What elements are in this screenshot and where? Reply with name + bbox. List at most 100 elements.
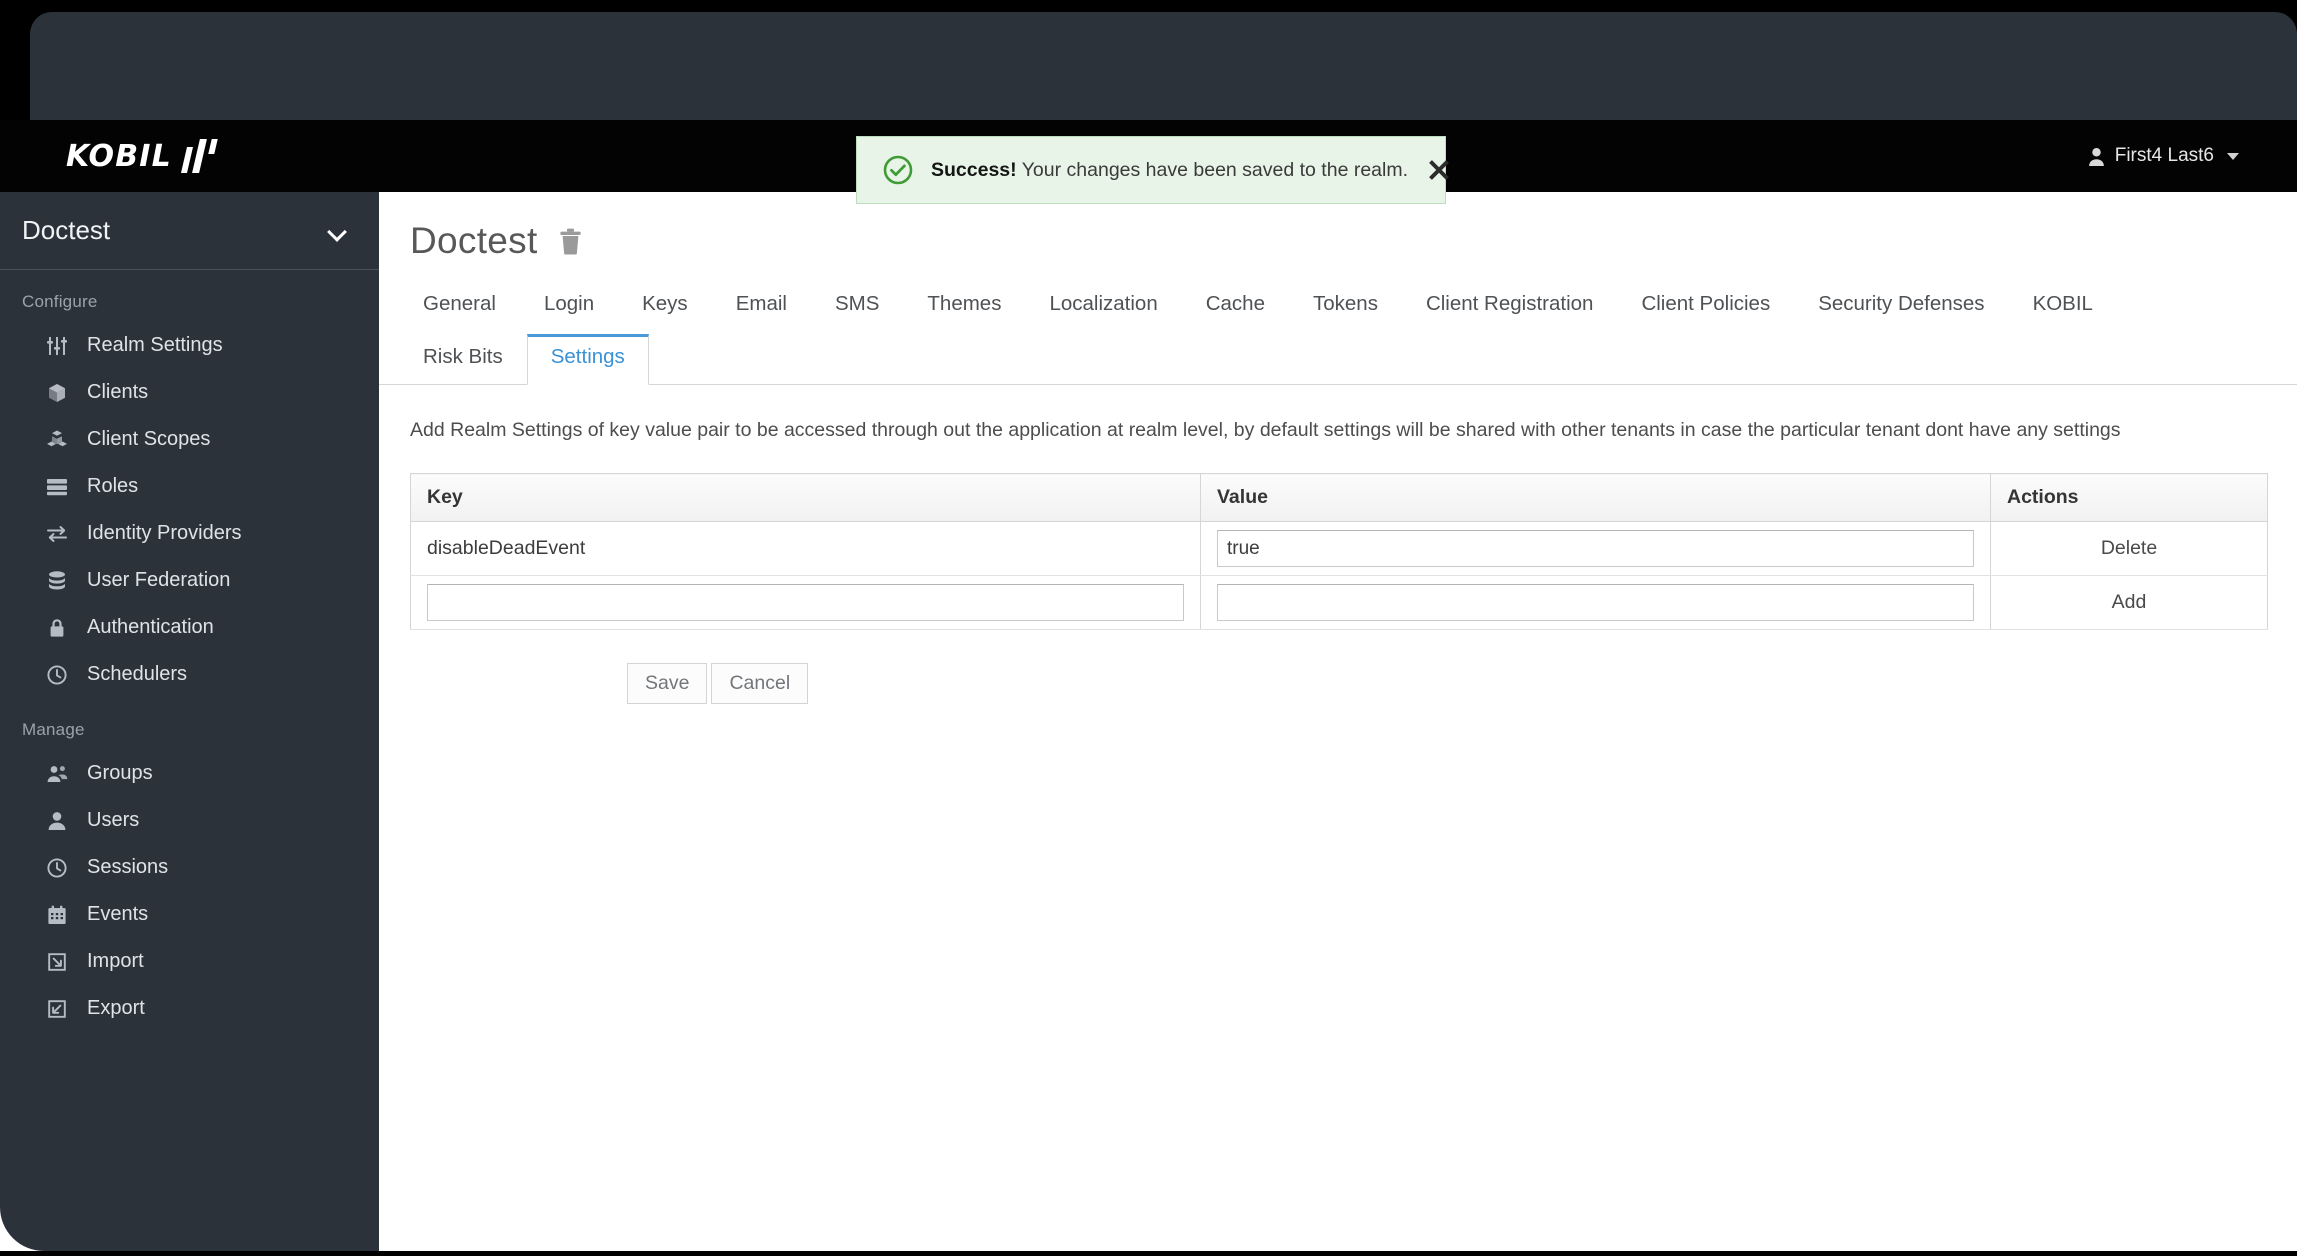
sidebar-item-label: Realm Settings xyxy=(87,334,223,356)
close-icon[interactable] xyxy=(1426,157,1452,183)
chevron-down-icon xyxy=(2227,152,2239,160)
realm-settings-table: Key Value Actions disableDeadEvent Delet… xyxy=(410,473,2268,631)
sidebar-item-authentication[interactable]: Authentication xyxy=(0,604,379,651)
section-description: Add Realm Settings of key value pair to … xyxy=(410,419,2121,441)
alert-text: Your changes have been saved to the real… xyxy=(1021,158,1409,181)
sidebar-item-events[interactable]: Events xyxy=(0,891,379,938)
cell-actions: Add xyxy=(1990,575,2268,631)
tab-login[interactable]: Login xyxy=(520,282,618,331)
sidebar-item-label: Events xyxy=(87,903,149,925)
chevron-down-icon xyxy=(327,225,347,237)
tab-general[interactable]: General xyxy=(399,282,520,331)
lock-icon xyxy=(46,617,68,639)
realm-selector[interactable]: Doctest xyxy=(0,192,379,270)
cell-value xyxy=(1200,575,1991,631)
sidebar-item-client-scopes[interactable]: Client Scopes xyxy=(0,416,379,463)
brand-logo[interactable]: KOBIL xyxy=(66,133,222,179)
exchange-arrows-icon xyxy=(46,523,68,545)
value-input[interactable] xyxy=(1217,530,1974,568)
sidebar-item-groups[interactable]: Groups xyxy=(0,750,379,797)
sidebar-item-schedulers[interactable]: Schedulers xyxy=(0,651,379,698)
admin-console-app: KOBIL First4 Last6 Success! Your changes… xyxy=(0,120,2297,1251)
user-icon xyxy=(46,810,68,832)
alert-title: Success! xyxy=(931,158,1017,181)
tab-settings[interactable]: Settings xyxy=(526,334,649,385)
browser-frame: KOBIL First4 Last6 Success! Your changes… xyxy=(0,0,2297,1256)
sidebar-item-sessions[interactable]: Sessions xyxy=(0,844,379,891)
column-header-actions: Actions xyxy=(1990,473,2268,523)
sidebar-item-roles[interactable]: Roles xyxy=(0,463,379,510)
tab-themes[interactable]: Themes xyxy=(903,282,1025,331)
add-button[interactable]: Add xyxy=(2112,591,2147,614)
tab-bar-secondary: Risk Bits Settings xyxy=(379,334,2297,385)
tab-security-defenses[interactable]: Security Defenses xyxy=(1794,282,2008,331)
alert-message: Success! Your changes have been saved to… xyxy=(931,159,1408,182)
nav-group-manage-title: Manage xyxy=(22,720,85,739)
user-menu-label: First4 Last6 xyxy=(2114,145,2214,166)
tab-client-registration[interactable]: Client Registration xyxy=(1402,282,1618,331)
tab-kobil[interactable]: KOBIL xyxy=(2009,282,2117,331)
cancel-button[interactable]: Cancel xyxy=(711,663,809,704)
nav-group-configure-title: Configure xyxy=(22,292,98,311)
tab-email[interactable]: Email xyxy=(712,282,811,331)
cell-value xyxy=(1200,521,1991,577)
sidebar-item-label: Schedulers xyxy=(87,663,188,685)
brand-wordmark: KOBIL xyxy=(66,138,172,174)
sidebar-item-label: Clients xyxy=(87,381,149,403)
sliders-icon xyxy=(46,335,68,357)
tab-bar-primary: General Login Keys Email SMS Themes Loca… xyxy=(379,282,2297,331)
export-arrow-icon xyxy=(46,998,68,1020)
database-icon xyxy=(46,570,68,592)
sidebar-item-label: Client Scopes xyxy=(87,428,211,450)
cubes-icon xyxy=(46,429,68,451)
tab-sms[interactable]: SMS xyxy=(811,282,903,331)
cube-icon xyxy=(46,382,68,404)
column-header-value: Value xyxy=(1200,473,1991,523)
cell-actions: Delete xyxy=(1990,521,2268,577)
calendar-icon xyxy=(46,904,68,926)
browser-chrome-bar xyxy=(30,12,2297,120)
sidebar-item-label: Identity Providers xyxy=(87,522,242,544)
tab-risk-bits[interactable]: Risk Bits xyxy=(399,335,527,384)
check-circle-icon xyxy=(883,155,913,185)
tab-tokens[interactable]: Tokens xyxy=(1289,282,1402,331)
import-arrow-icon xyxy=(46,951,68,973)
save-button[interactable]: Save xyxy=(627,663,708,704)
column-header-key: Key xyxy=(410,473,1201,523)
list-server-icon xyxy=(46,476,68,498)
tab-cache[interactable]: Cache xyxy=(1182,282,1289,331)
sidebar-item-label: Export xyxy=(87,997,145,1019)
main-content: Doctest General Login Keys Email SMS The… xyxy=(379,192,2297,1251)
page-title: Doctest xyxy=(410,220,538,261)
new-key-input[interactable] xyxy=(427,584,1184,622)
users-group-icon xyxy=(46,763,68,785)
success-alert: Success! Your changes have been saved to… xyxy=(856,136,1446,204)
sidebar-item-import[interactable]: Import xyxy=(0,938,379,985)
sidebar-item-label: Sessions xyxy=(87,856,169,878)
tab-localization[interactable]: Localization xyxy=(1025,282,1181,331)
realm-selector-label: Doctest xyxy=(22,215,111,245)
user-menu[interactable]: First4 Last6 xyxy=(2088,145,2239,167)
sidebar-item-user-federation[interactable]: User Federation xyxy=(0,557,379,604)
sidebar-item-realm-settings[interactable]: Realm Settings xyxy=(0,322,379,369)
sidebar-item-label: User Federation xyxy=(87,569,231,591)
sidebar-item-clients[interactable]: Clients xyxy=(0,369,379,416)
tab-keys[interactable]: Keys xyxy=(618,282,712,331)
kobil-bars-logo-icon xyxy=(180,139,222,173)
sidebar: Doctest Configure Realm Settings Clients… xyxy=(0,192,379,1251)
table-row: Add xyxy=(410,575,2268,631)
sidebar-item-label: Authentication xyxy=(87,616,214,638)
trash-icon[interactable] xyxy=(558,228,583,255)
delete-button[interactable]: Delete xyxy=(2101,537,2157,560)
sidebar-item-label: Import xyxy=(87,950,144,972)
table-header-row: Key Value Actions xyxy=(410,473,2268,523)
sidebar-item-identity-providers[interactable]: Identity Providers xyxy=(0,510,379,557)
cell-key: disableDeadEvent xyxy=(410,521,1201,577)
table-row: disableDeadEvent Delete xyxy=(410,521,2268,577)
cell-key xyxy=(410,575,1201,631)
clock-icon xyxy=(46,857,68,879)
sidebar-item-export[interactable]: Export xyxy=(0,985,379,1032)
sidebar-item-users[interactable]: Users xyxy=(0,797,379,844)
tab-client-policies[interactable]: Client Policies xyxy=(1617,282,1794,331)
new-value-input[interactable] xyxy=(1217,584,1974,622)
